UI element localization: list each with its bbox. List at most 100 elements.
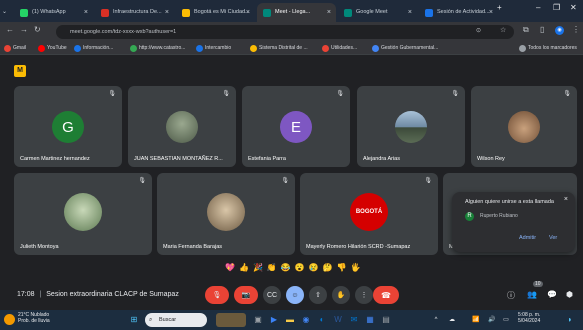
admit-button[interactable]: Admitir [519, 235, 536, 241]
word-icon[interactable]: W [332, 313, 344, 327]
reaction-emoji[interactable]: 😢 [309, 262, 319, 274]
profile-avatar[interactable]: ◉ [555, 26, 564, 35]
tab-close-icon[interactable]: × [84, 3, 88, 22]
network-icon[interactable]: ☁ [446, 313, 458, 327]
weather-icon [4, 314, 15, 325]
camera-button[interactable]: 📷 [234, 286, 258, 304]
menu-icon[interactable]: ⋮ [572, 25, 580, 34]
reaction-emoji[interactable]: 👎 [337, 262, 347, 274]
bookmark-favicon-icon [322, 45, 329, 52]
extensions-icon[interactable]: ⧉ [523, 25, 529, 35]
maximize-icon[interactable]: ❐ [553, 3, 560, 12]
end-call-button[interactable]: ☎ [373, 286, 399, 304]
minimize-icon[interactable]: ‒ [536, 3, 540, 12]
bookmark-item[interactable]: Gmail [4, 45, 26, 52]
activities-icon[interactable]: ⬢ [566, 290, 573, 299]
info-icon[interactable]: ⓘ [507, 290, 515, 301]
close-icon[interactable]: × [564, 196, 568, 203]
task-view-icon[interactable]: ▣ [252, 313, 264, 327]
bookmark-item[interactable]: YouTube [38, 45, 67, 52]
participant-name: Julieth Montoya [20, 244, 59, 250]
browser-tab[interactable]: Infraestructura De... × [95, 3, 174, 22]
reaction-emoji[interactable]: 🤔 [323, 262, 333, 274]
bookmark-item[interactable]: Gestión Gubernamental... [372, 45, 438, 52]
tab-favicon-icon [20, 9, 28, 17]
reactions-button[interactable]: ☺ [286, 286, 304, 304]
participant-tile[interactable]: 🎙 Julieth Montoya [14, 173, 152, 255]
bookmark-item[interactable]: http://www.catastro... [130, 45, 185, 52]
tab-search-button[interactable]: ⌄ [2, 3, 10, 22]
reaction-emoji[interactable]: 🎉 [253, 262, 263, 274]
tab-close-icon[interactable]: × [408, 3, 412, 22]
browser-tab[interactable]: Bogotá es Mi Ciudad... × [176, 3, 255, 22]
participant-tile[interactable]: 🎙 Maria Fernanda Barajas [157, 173, 295, 255]
taskbar-search[interactable]: ⌕ Buscar [145, 313, 207, 327]
weather-widget[interactable]: 21°C Nublado Prob. de lluvia [18, 312, 50, 324]
bookmark-star-icon[interactable]: ☆ [500, 26, 506, 34]
bookmark-item[interactable]: Intercambio [196, 45, 231, 52]
sidebar-icon[interactable]: ▯ [540, 25, 544, 34]
view-button[interactable]: Ver [549, 235, 557, 241]
close-window-icon[interactable]: ✕ [570, 3, 577, 12]
join-request-notification: Alguien quiere unirse a esta llamada × R… [452, 192, 575, 252]
camera-icon[interactable]: ⊙ [476, 27, 481, 34]
edge-icon[interactable]: ◐ [316, 313, 328, 327]
reaction-emoji[interactable]: 🖐 [351, 262, 361, 274]
participant-name: Estefania Parra [248, 156, 286, 162]
notification-title: Alguien quiere unirse a esta llamada [465, 199, 554, 205]
app-icon[interactable]: ▤ [380, 313, 392, 327]
back-icon[interactable]: ← [6, 25, 14, 34]
reaction-emoji[interactable]: 👍 [239, 262, 249, 274]
tab-close-icon[interactable]: × [327, 3, 331, 22]
wifi-icon[interactable]: 📶 [470, 313, 482, 327]
reaction-emoji[interactable]: 😂 [281, 262, 291, 274]
file-explorer-icon[interactable]: ▬ [284, 313, 296, 327]
browser-tab[interactable]: Meet - Llega... × [257, 3, 336, 22]
reaction-emoji[interactable]: 😮 [295, 262, 305, 274]
meeting-clock-title: 17:08 | Sesion extraordinaria CLACP de S… [17, 291, 179, 298]
participant-tile[interactable]: 🎙 Alejandra Arias [357, 86, 465, 167]
participant-tile[interactable]: 🎙 E Estefania Parra [242, 86, 350, 167]
participant-tile[interactable]: 🎙 JUAN SEBASTIAN MONTAÑEZ R... [128, 86, 236, 167]
tray-chevron-icon[interactable]: ^ [430, 313, 442, 327]
bookmark-item[interactable]: Información... [74, 45, 113, 52]
tab-close-icon[interactable]: × [165, 3, 169, 22]
chrome-icon[interactable]: ◉ [300, 313, 312, 327]
bookmark-label: Gmail [13, 45, 27, 51]
tab-close-icon[interactable]: × [489, 3, 493, 22]
present-button[interactable]: ⇧ [309, 286, 327, 304]
bookmark-item[interactable]: Sistema Distrital de ... [250, 45, 308, 52]
address-bar[interactable]: meet.google.com/tdz-xxxx-wxb?authuser=1 [56, 25, 514, 39]
browser-tab[interactable]: Google Meet × [338, 3, 417, 22]
battery-icon[interactable]: ▭ [500, 313, 512, 327]
outlook-icon[interactable]: ✉ [348, 313, 360, 327]
store-icon[interactable]: ▦ [364, 313, 376, 327]
raise-hand-button[interactable]: ✋ [332, 286, 350, 304]
microphone-button[interactable]: 🎙 [205, 286, 229, 304]
start-icon[interactable]: ⊞ [128, 313, 140, 327]
notifications-icon[interactable]: ◑ [563, 313, 575, 327]
participant-tile[interactable]: 🎙 G Carmen Martinez hernandez [14, 86, 122, 167]
taskbar-clock[interactable]: 5:08 p. m. 5/04/2024 [518, 312, 540, 324]
volume-icon[interactable]: 🔊 [486, 313, 498, 327]
widget-news-icon[interactable] [216, 313, 246, 327]
more-options-button[interactable]: ⋮ [355, 286, 373, 304]
browser-tab[interactable]: (1) WhatsApp × [14, 3, 93, 22]
browser-tab[interactable]: Sesión de Actividad... × [419, 3, 498, 22]
bookmark-item[interactable]: Todos los marcadores [519, 45, 577, 52]
participant-tile[interactable]: 🎙 BOGOTÁ Mayerly Romero Hilarión SCRD -S… [300, 173, 438, 255]
reaction-emoji[interactable]: 💖 [225, 262, 235, 274]
reaction-emoji[interactable]: 👏 [267, 262, 277, 274]
tab-label: Bogotá es Mi Ciudad... [194, 9, 250, 15]
captions-button[interactable]: CC [263, 286, 281, 304]
participant-name: Carmen Martinez hernandez [20, 156, 90, 162]
reload-icon[interactable]: ↻ [34, 25, 41, 34]
meet-app-icon[interactable]: ▶ [268, 313, 280, 327]
chat-icon[interactable]: 💬 [547, 290, 557, 299]
mic-off-icon: 🎙 [424, 178, 432, 184]
people-icon[interactable]: 👥 [527, 290, 537, 299]
bookmark-item[interactable]: Utilidades... [322, 45, 357, 52]
participant-tile[interactable]: 🎙 Wilson Rey [471, 86, 577, 167]
tab-close-icon[interactable]: × [246, 3, 250, 22]
forward-icon[interactable]: → [20, 25, 28, 34]
